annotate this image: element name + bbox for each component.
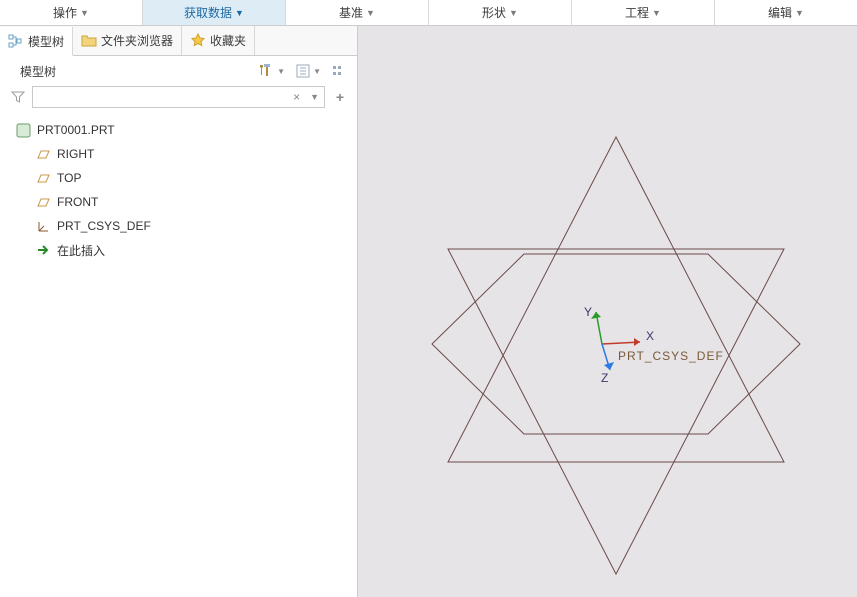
folder-icon [81,33,97,49]
chevron-down-icon: ▼ [795,8,804,18]
panel-title: 模型树 [20,63,56,80]
chevron-down-icon: ▼ [277,67,285,76]
ribbon-tab-datum[interactable]: 基准 ▼ [286,0,429,25]
chevron-down-icon: ▼ [313,67,321,76]
ribbon-tab-label: 编辑 [768,4,792,21]
chevron-down-icon: ▼ [509,8,518,18]
ribbon-tab-label: 形状 [482,4,506,21]
tree-item-csys[interactable]: PRT_CSYS_DEF [8,214,357,238]
csys-icon [36,219,51,234]
tree-label: FRONT [57,195,98,209]
sidebar: 模型树 文件夹浏览器 收藏夹 模型树 ▼ [0,26,358,597]
ribbon-tab-engineering[interactable]: 工程 ▼ [572,0,715,25]
ribbon-tab-getdata[interactable]: 获取数据 ▼ [143,0,286,25]
tree-item-front[interactable]: FRONT [8,190,357,214]
model-tree: PRT0001.PRT RIGHT TOP FRONT PRT_CSYS_DEF… [0,114,357,262]
tree-label: PRT_CSYS_DEF [57,219,151,233]
axis-y-label: Y [584,305,592,319]
tool-hammer-button[interactable]: ▼ [257,62,285,80]
side-tab-label: 收藏夹 [210,32,246,49]
clear-icon[interactable]: × [288,90,305,104]
chevron-down-icon: ▼ [366,8,375,18]
tool-display-button[interactable]: ▼ [295,63,321,79]
star-icon [190,33,206,49]
chevron-down-icon: ▼ [235,8,244,18]
part-icon [16,123,31,138]
axis-z-label: Z [601,371,608,385]
search-box[interactable]: × ▼ [32,86,325,108]
triangle-down-shape [448,249,784,574]
ribbon-tab-edit[interactable]: 编辑 ▼ [715,0,857,25]
side-tab-folder[interactable]: 文件夹浏览器 [73,26,182,55]
ribbon-tab-label: 工程 [625,4,649,21]
csys-gnomon: X Y Z PRT_CSYS_DEF [584,305,724,385]
axis-x-label: X [646,329,654,343]
plane-icon [36,171,51,186]
csys-label: PRT_CSYS_DEF [618,349,724,363]
ribbon-tab-shape[interactable]: 形状 ▼ [429,0,572,25]
side-tab-favorites[interactable]: 收藏夹 [182,26,255,55]
ribbon-tab-label: 操作 [53,4,77,21]
chevron-down-icon: ▼ [652,8,661,18]
panel-header: 模型树 ▼ ▼ [0,56,357,84]
tree-label: RIGHT [57,147,94,161]
side-tab-label: 文件夹浏览器 [101,32,173,49]
plane-icon [36,147,51,162]
chevron-down-icon: ▼ [80,8,89,18]
plane-icon [36,195,51,210]
triangle-up-shape [448,137,784,462]
tree-label: PRT0001.PRT [37,123,115,137]
insert-icon [36,243,51,258]
tree-icon [8,33,24,49]
viewport-svg: X Y Z PRT_CSYS_DEF [358,26,857,597]
funnel-icon[interactable] [10,89,26,105]
tree-item-right[interactable]: RIGHT [8,142,357,166]
filter-row: × ▼ + [0,84,357,114]
tree-item-top[interactable]: TOP [8,166,357,190]
chevron-down-icon[interactable]: ▼ [305,92,324,102]
ribbon-tab-label: 基准 [339,4,363,21]
search-input[interactable] [33,90,288,104]
add-button[interactable]: + [331,88,349,106]
side-tabstrip: 模型树 文件夹浏览器 收藏夹 [0,26,357,56]
panel-tools: ▼ ▼ [257,62,347,80]
side-tab-label: 模型树 [28,33,64,50]
ribbon-tab-label: 获取数据 [184,4,232,21]
tree-root[interactable]: PRT0001.PRT [8,118,357,142]
tree-item-insert[interactable]: 在此插入 [8,238,357,262]
ribbon-toolbar: 操作 ▼ 获取数据 ▼ 基准 ▼ 形状 ▼ 工程 ▼ 编辑 ▼ [0,0,857,26]
tree-label: TOP [57,171,81,185]
side-tab-modeltree[interactable]: 模型树 [0,27,73,56]
viewport[interactable]: X Y Z PRT_CSYS_DEF [358,26,857,597]
tree-label: 在此插入 [57,242,105,259]
tool-settings-button[interactable] [331,63,347,79]
ribbon-tab-operate[interactable]: 操作 ▼ [0,0,143,25]
main-area: 模型树 文件夹浏览器 收藏夹 模型树 ▼ [0,26,857,597]
